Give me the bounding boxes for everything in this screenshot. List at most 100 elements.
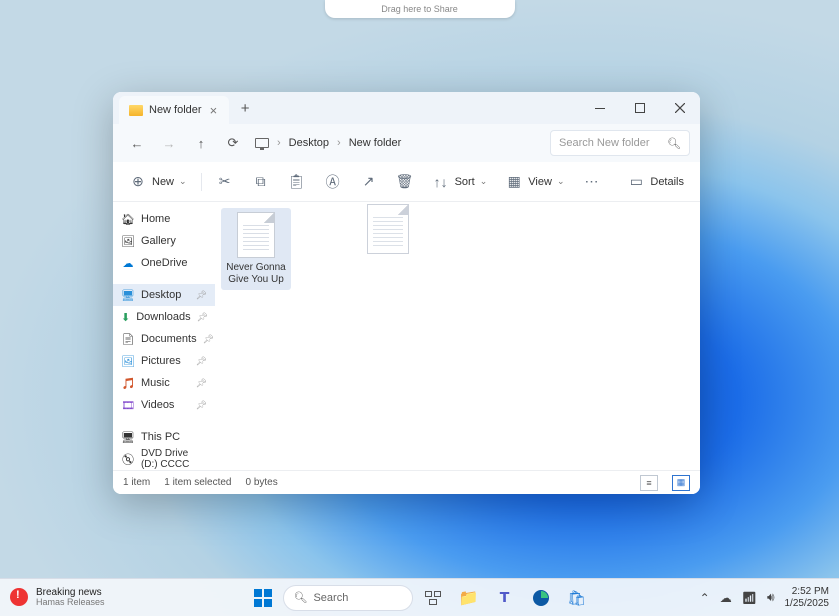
view-button[interactable]: ▦View⌄ (497, 167, 572, 197)
tab-title: New folder (149, 104, 202, 116)
tab-close-button[interactable]: × (208, 103, 220, 118)
navigation-pane[interactable]: 🏠︎Home 🖼︎Gallery ☁OneDrive 🖥︎Desktop📌︎ ⬇… (113, 202, 215, 470)
desktop-icon (255, 138, 269, 148)
more-button[interactable]: ⋯ (575, 167, 609, 197)
taskbar-search[interactable]: 🔍︎ Search (283, 585, 413, 611)
taskbar-teams[interactable]: 𝗧 (489, 582, 521, 614)
paste-button[interactable]: 📋︎ (280, 167, 314, 197)
forward-button[interactable]: → (155, 129, 183, 157)
wifi-icon[interactable]: 📶︎ (742, 591, 757, 605)
icons-view-toggle[interactable]: ▦ (672, 475, 690, 491)
volume-icon[interactable]: 🔊︎ (767, 590, 775, 605)
refresh-button[interactable]: ⟳ (219, 129, 247, 157)
new-tab-button[interactable]: + (233, 96, 257, 120)
breadcrumb[interactable]: › Desktop › New folder (251, 135, 546, 151)
list-view-toggle[interactable]: ≡ (640, 475, 658, 491)
share-icon: ↗ (360, 167, 378, 197)
titlebar[interactable]: New folder × + (113, 92, 700, 124)
clock[interactable]: 2:52 PM 1/25/2025 (785, 586, 830, 609)
news-alert-icon (10, 588, 28, 606)
sidebar-desktop[interactable]: 🖥︎Desktop📌︎ (113, 284, 215, 306)
status-selection: 1 item selected (164, 477, 231, 488)
details-icon: ▭ (627, 167, 645, 197)
share-notch[interactable]: Drag here to Share (325, 0, 515, 18)
sidebar-onedrive[interactable]: ☁OneDrive (113, 252, 215, 274)
cloud-icon: ☁ (121, 256, 135, 270)
sort-button[interactable]: ↑↓Sort⌄ (424, 167, 496, 197)
sidebar-dvd[interactable]: 💿︎DVD Drive (D:) CCCC (113, 448, 215, 470)
widgets-button[interactable]: Breaking news Hamas Releases (0, 587, 200, 608)
tab-current[interactable]: New folder × (119, 96, 229, 124)
gallery-icon: 🖼︎ (121, 234, 135, 248)
minimize-button[interactable] (580, 92, 620, 124)
document-icon (237, 212, 275, 258)
copy-icon: ⧉ (252, 167, 270, 197)
pc-icon: 🖥︎ (121, 430, 135, 444)
status-bar: 1 item 1 item selected 0 bytes ≡ ▦ (113, 470, 700, 494)
music-icon: 🎵︎ (121, 376, 135, 390)
sidebar-downloads[interactable]: ⬇Downloads📌︎ (113, 306, 215, 328)
new-button[interactable]: ⊕New⌄ (121, 167, 195, 197)
plus-circle-icon: ⊕ (129, 167, 147, 197)
maximize-button[interactable] (620, 92, 660, 124)
system-tray[interactable]: ⌃ ☁ 📶︎ 🔊︎ 2:52 PM 1/25/2025 (700, 586, 839, 609)
sidebar-music[interactable]: 🎵︎Music📌︎ (113, 372, 215, 394)
taskbar-edge[interactable] (525, 582, 557, 614)
taskbar-explorer[interactable]: 📁 (453, 582, 485, 614)
delete-button[interactable]: 🗑︎ (388, 167, 422, 197)
sidebar-gallery[interactable]: 🖼︎Gallery (113, 230, 215, 252)
file-item-selected[interactable]: Never Gonna Give You Up (221, 208, 291, 290)
copy-button[interactable]: ⧉ (244, 167, 278, 197)
close-button[interactable] (660, 92, 700, 124)
task-view-icon (425, 591, 441, 605)
paste-icon: 📋︎ (288, 167, 306, 197)
command-bar: ⊕New⌄ ✂ ⧉ 📋︎ Ⓐ ↗ 🗑︎ ↑↓Sort⌄ ▦View⌄ ⋯ ▭De… (113, 162, 700, 202)
video-icon: 🎞︎ (121, 398, 135, 412)
download-icon: ⬇ (121, 310, 130, 324)
document-icon: 📄︎ (121, 332, 135, 346)
folder-icon (129, 105, 143, 116)
taskbar-store[interactable]: 🛍︎ (561, 582, 593, 614)
rename-icon: Ⓐ (324, 167, 342, 197)
sidebar-videos[interactable]: 🎞︎Videos📌︎ (113, 394, 215, 416)
scissors-icon: ✂ (216, 167, 234, 197)
tray-chevron-icon[interactable]: ⌃ (700, 591, 710, 605)
rename-button[interactable]: Ⓐ (316, 167, 350, 197)
sidebar-home[interactable]: 🏠︎Home (113, 208, 215, 230)
search-input[interactable]: Search New folder 🔍︎ (550, 130, 690, 156)
view-icon: ▦ (505, 167, 523, 197)
crumb-desktop[interactable]: Desktop (285, 135, 333, 151)
sidebar-thispc[interactable]: 🖥︎This PC (113, 426, 215, 448)
folder-icon: 📁 (459, 588, 479, 608)
pin-icon: 📌︎ (196, 400, 207, 411)
onedrive-tray-icon[interactable]: ☁ (720, 591, 732, 605)
sidebar-pictures[interactable]: 🖼︎Pictures📌︎ (113, 350, 215, 372)
widget-subtitle: Hamas Releases (36, 598, 105, 608)
windows-logo-icon (254, 589, 272, 607)
file-list-area[interactable]: Never Gonna Give You Up (215, 202, 700, 470)
search-icon: 🔍︎ (667, 137, 681, 150)
start-button[interactable] (247, 582, 279, 614)
teams-icon: 𝗧 (500, 589, 510, 606)
status-size: 0 bytes (246, 477, 278, 488)
trash-icon: 🗑︎ (396, 167, 414, 197)
share-button[interactable]: ↗ (352, 167, 386, 197)
task-view-button[interactable] (417, 582, 449, 614)
pin-icon: 📌︎ (196, 290, 207, 301)
pin-icon: 📌︎ (203, 334, 214, 345)
sidebar-documents[interactable]: 📄︎Documents📌︎ (113, 328, 215, 350)
taskbar-center: 🔍︎ Search 📁 𝗧 🛍︎ (247, 582, 593, 614)
details-pane-button[interactable]: ▭Details (619, 167, 692, 197)
search-placeholder: Search New folder (559, 137, 650, 149)
sort-icon: ↑↓ (432, 167, 450, 197)
taskbar[interactable]: Breaking news Hamas Releases 🔍︎ Search 📁… (0, 578, 839, 616)
pin-icon: 📌︎ (196, 356, 207, 367)
up-button[interactable]: ↑ (187, 129, 215, 157)
status-count: 1 item (123, 477, 150, 488)
crumb-current[interactable]: New folder (345, 135, 406, 151)
disc-icon: 💿︎ (121, 452, 135, 466)
file-explorer-window: New folder × + ← → ↑ ⟳ › Desktop › New f… (113, 92, 700, 494)
store-icon: 🛍︎ (567, 589, 586, 607)
cut-button[interactable]: ✂ (208, 167, 242, 197)
back-button[interactable]: ← (123, 129, 151, 157)
